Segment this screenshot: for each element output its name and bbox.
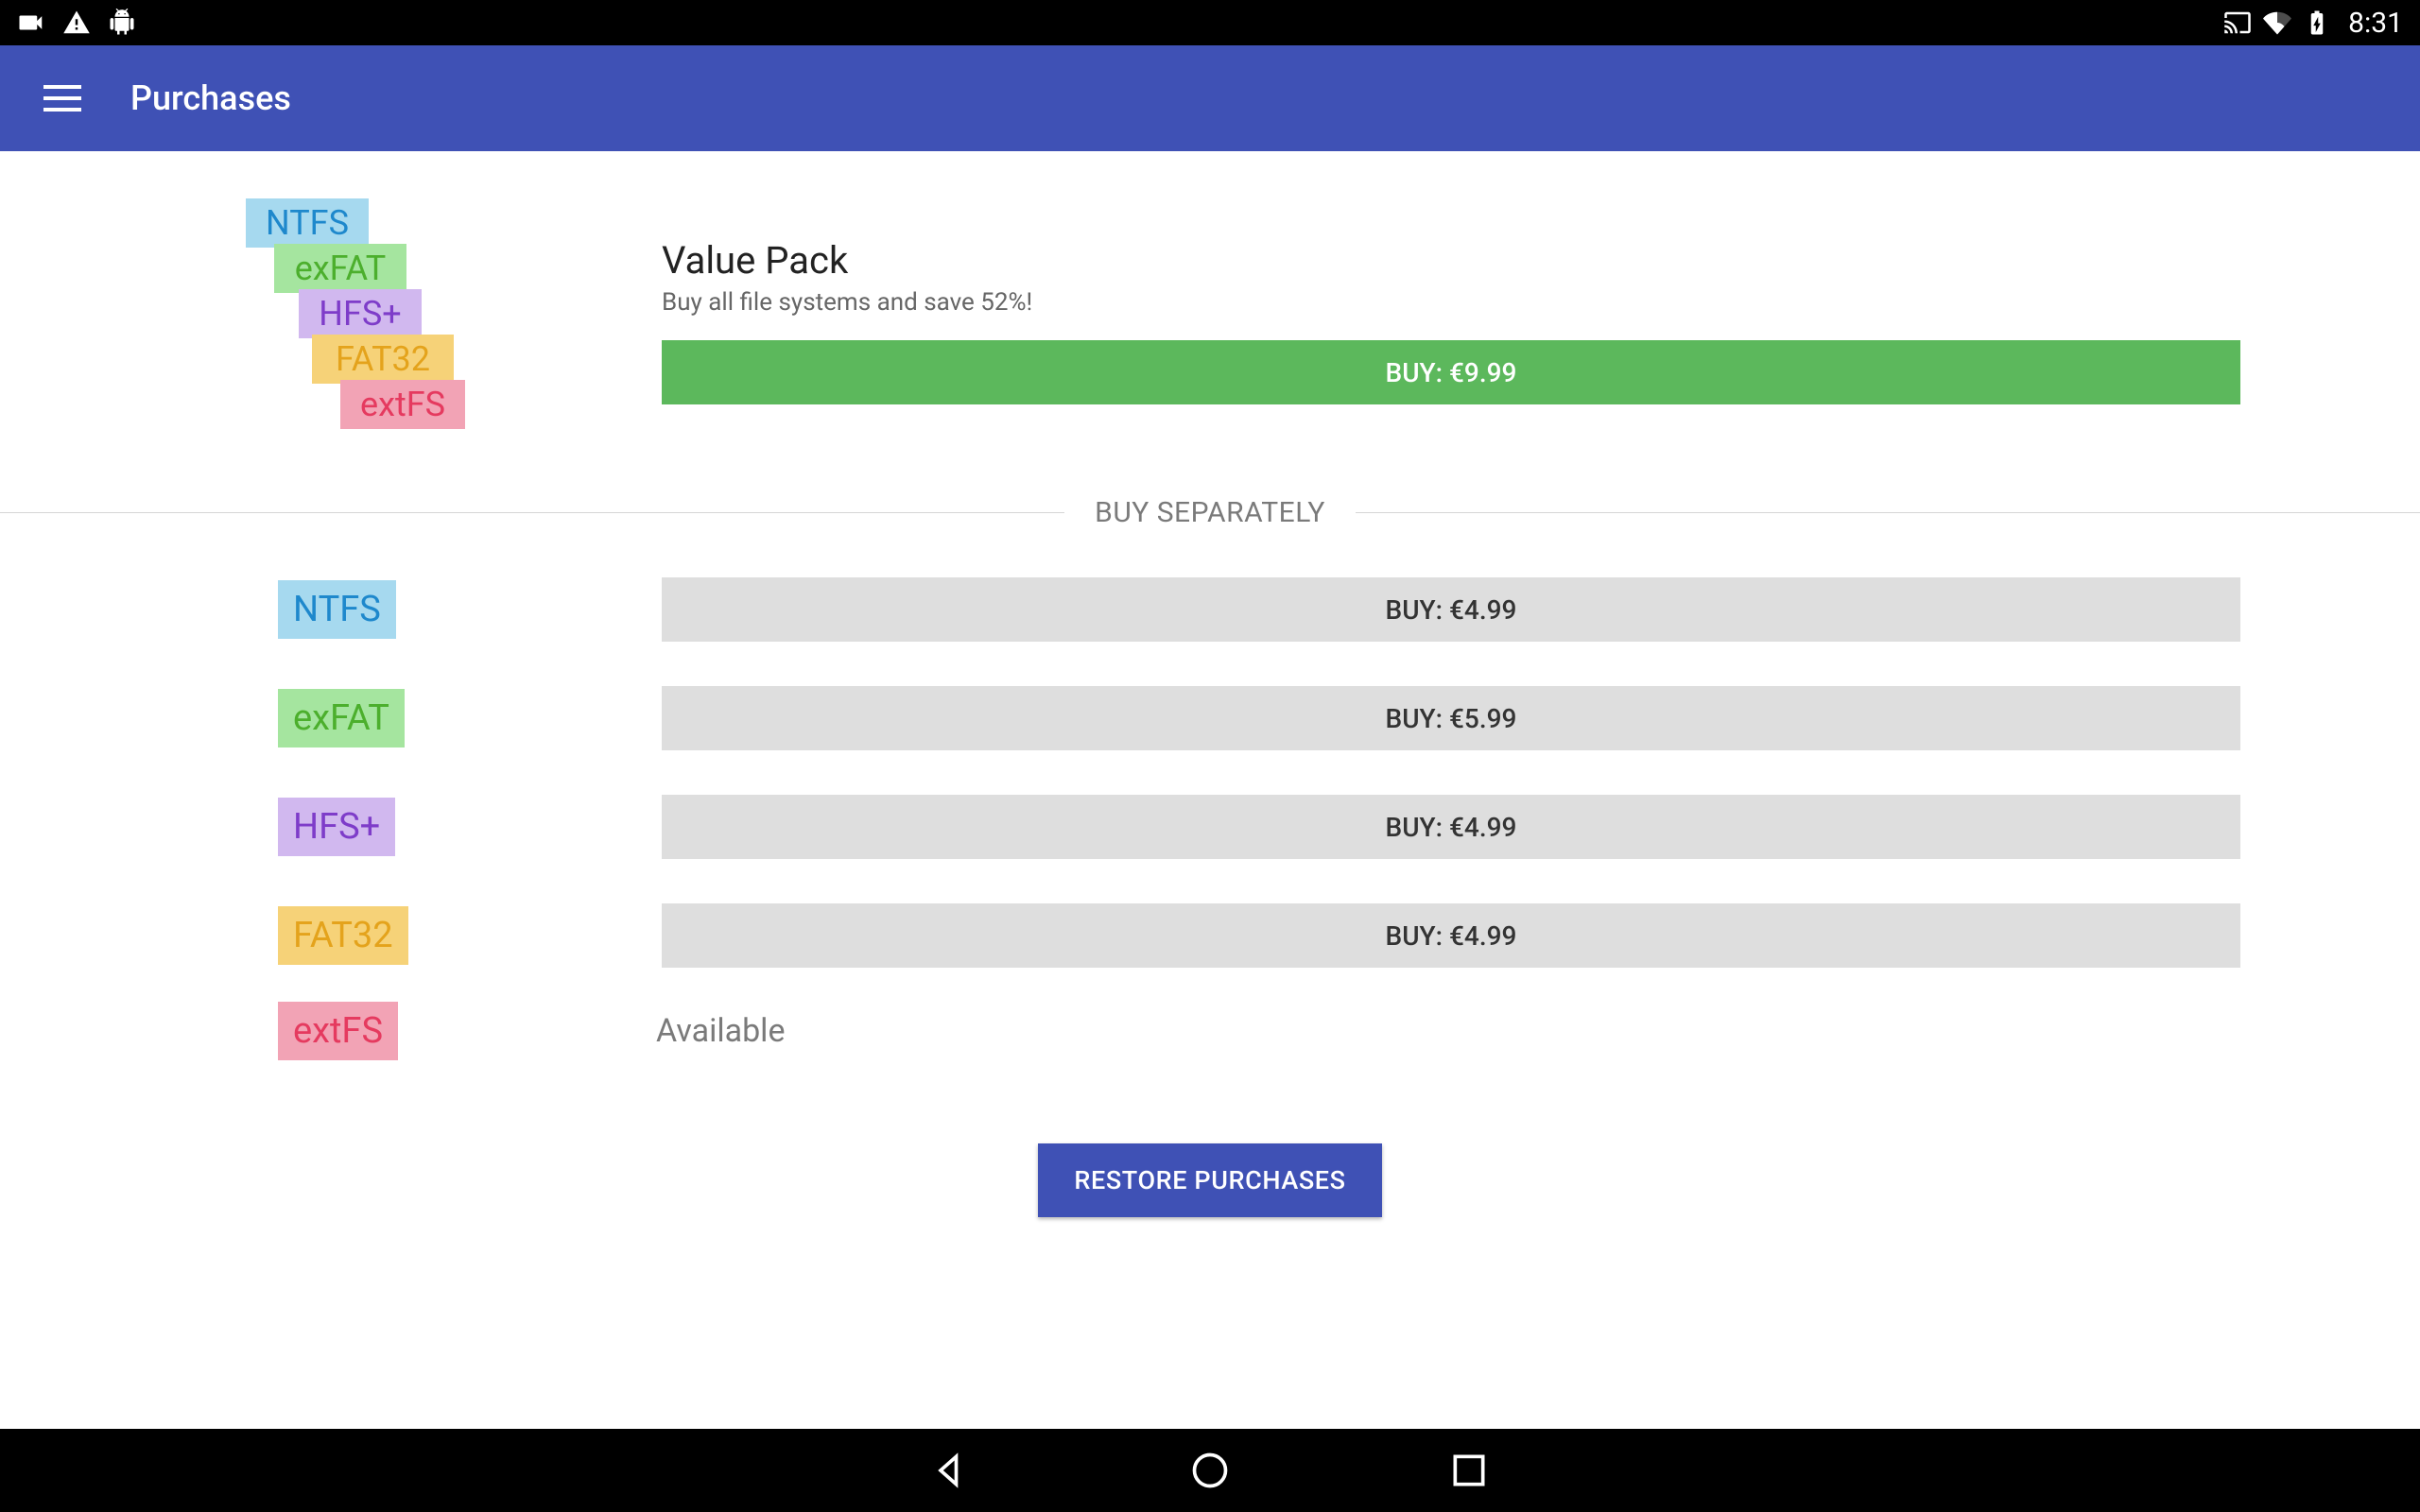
fs-row-fat32: FAT32 BUY: €4.99 — [0, 902, 2420, 969]
menu-icon[interactable] — [43, 78, 83, 118]
fs-row-exfat: exFAT BUY: €5.99 — [0, 685, 2420, 751]
buy-exfat-button[interactable]: BUY: €5.99 — [662, 686, 2240, 750]
nav-back-icon[interactable] — [930, 1450, 972, 1491]
logo-chip-hfs: HFS+ — [299, 289, 422, 338]
buy-separately-label: BUY SEPARATELY — [1095, 496, 1325, 529]
chip-ntfs: NTFS — [278, 580, 396, 639]
app-bar: Purchases — [0, 45, 2420, 151]
page-title: Purchases — [130, 78, 291, 118]
clock-text: 8:31 — [2348, 7, 2403, 40]
status-bar: 8:31 — [0, 0, 2420, 45]
fs-row-extfs: extFS Available — [0, 998, 2420, 1064]
buy-hfs-button[interactable]: BUY: €4.99 — [662, 795, 2240, 859]
chip-extfs: extFS — [278, 1002, 398, 1060]
android-debug-icon — [108, 9, 136, 37]
wifi-icon — [2263, 9, 2291, 37]
buy-value-pack-button[interactable]: BUY: €9.99 — [662, 340, 2240, 404]
status-left — [17, 9, 136, 37]
logo-chip-ntfs: NTFS — [246, 198, 369, 248]
buy-fat32-button[interactable]: BUY: €4.99 — [662, 903, 2240, 968]
warning-icon — [62, 9, 91, 37]
logo-chip-extfs: extFS — [340, 380, 465, 429]
restore-purchases-button[interactable]: RESTORE PURCHASES — [1038, 1143, 1382, 1217]
fs-row-hfs: HFS+ BUY: €4.99 — [0, 794, 2420, 860]
nav-home-icon[interactable] — [1189, 1450, 1231, 1491]
buy-separately-divider: BUY SEPARATELY — [0, 493, 2420, 531]
cast-icon — [2223, 9, 2252, 37]
value-pack-subtitle: Buy all file systems and save 52%! — [662, 288, 1032, 317]
value-pack-title: Value Pack — [662, 238, 848, 283]
page-body: NTFS exFAT HFS+ FAT32 extFS Value Pack B… — [0, 151, 2420, 1429]
chip-exfat: exFAT — [278, 689, 405, 747]
logo-chip-exfat: exFAT — [274, 244, 406, 293]
logo-chip-fat32: FAT32 — [312, 335, 454, 384]
chip-fat32: FAT32 — [278, 906, 408, 965]
video-icon — [17, 9, 45, 37]
battery-charging-icon — [2303, 9, 2331, 37]
status-right: 8:31 — [2223, 7, 2403, 40]
fs-row-ntfs: NTFS BUY: €4.99 — [0, 576, 2420, 643]
nav-recents-icon[interactable] — [1448, 1450, 1490, 1491]
buy-ntfs-button[interactable]: BUY: €4.99 — [662, 577, 2240, 642]
navigation-bar — [0, 1429, 2420, 1512]
chip-hfs: HFS+ — [278, 798, 395, 856]
extfs-available-label: Available — [656, 1012, 785, 1050]
